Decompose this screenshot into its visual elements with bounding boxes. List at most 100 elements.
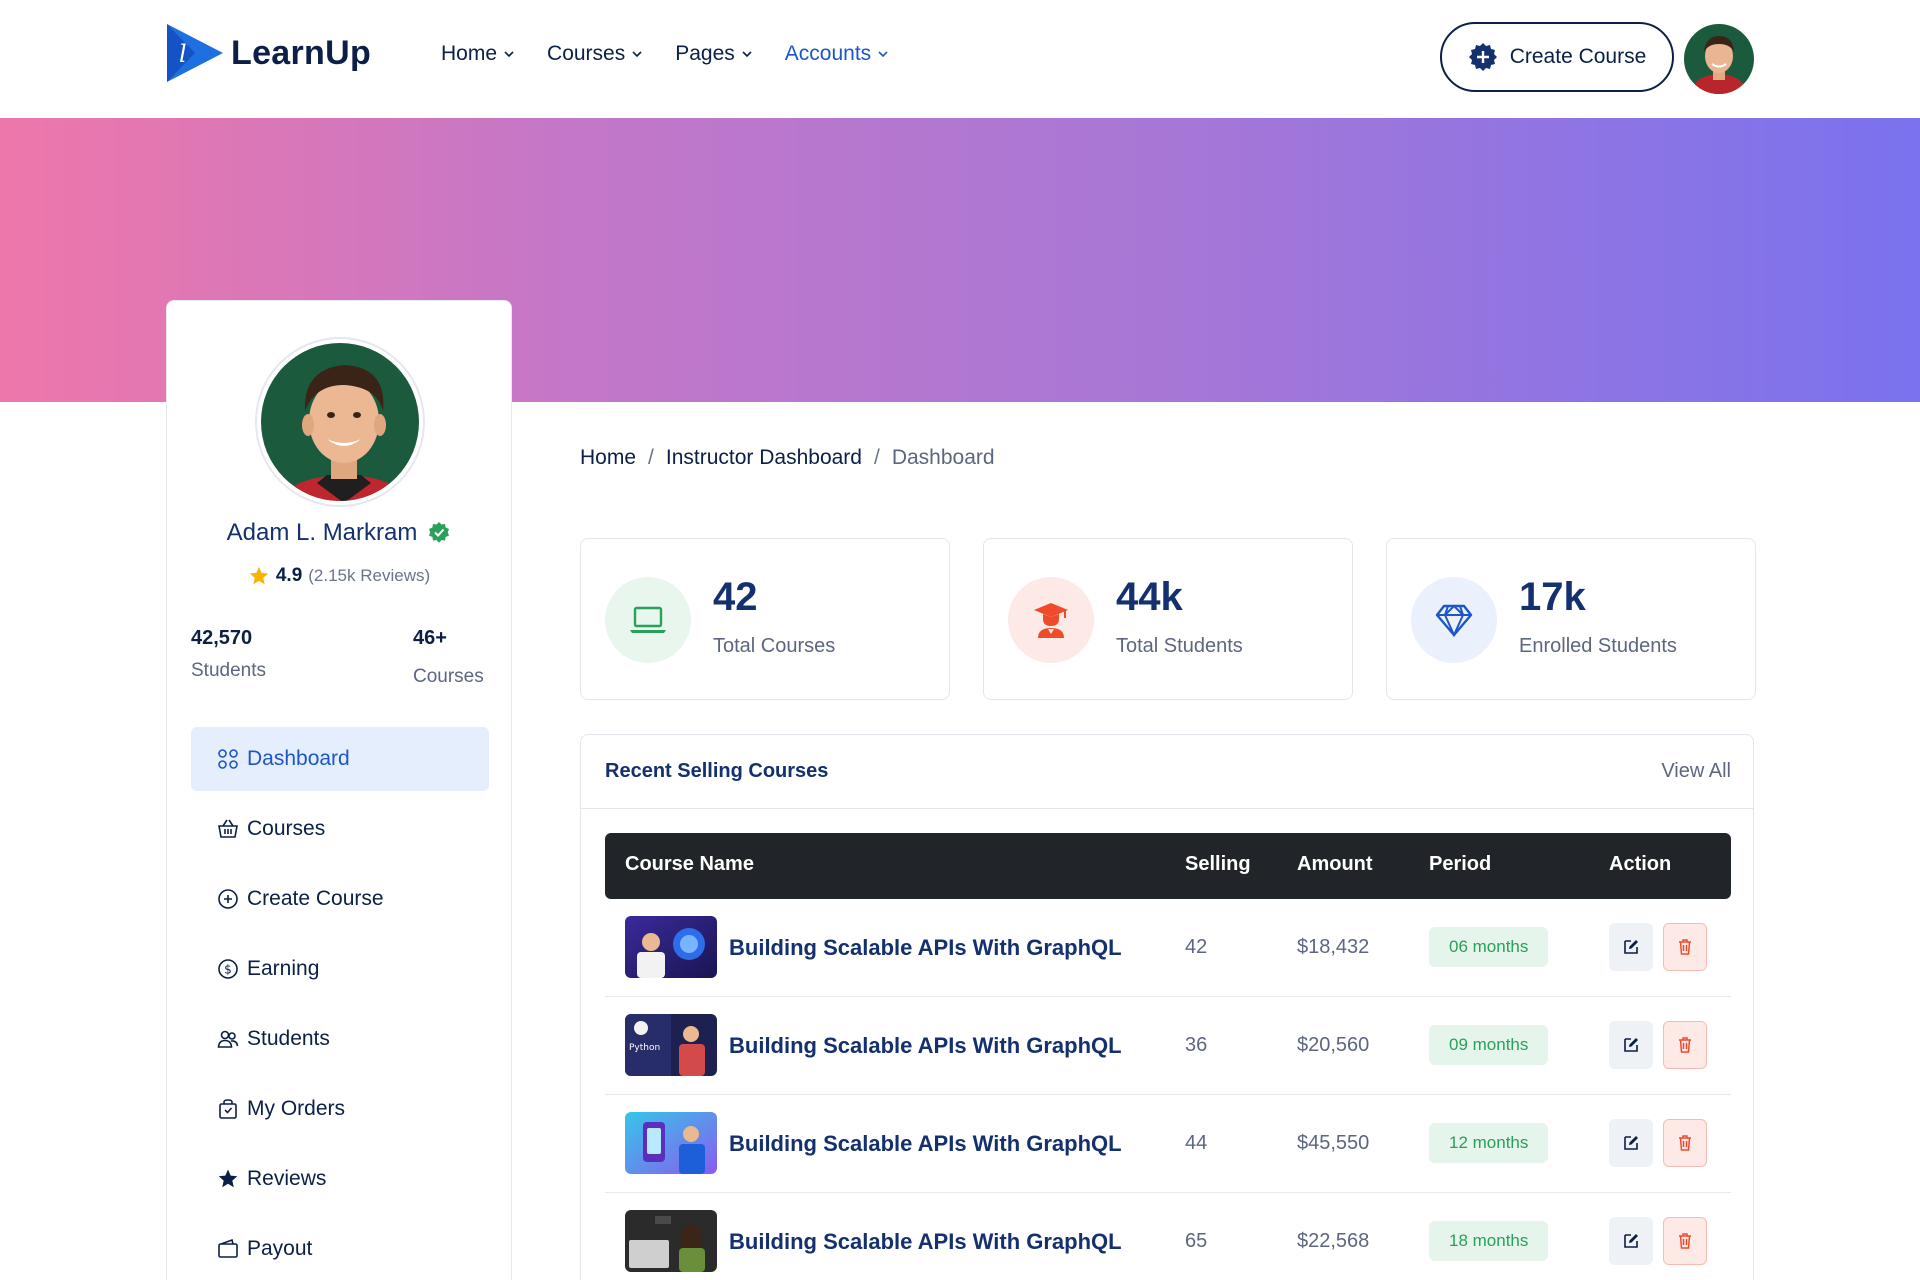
- stat-card-enrolled-students: 17k Enrolled Students: [1386, 538, 1756, 700]
- trash-icon: [1679, 1037, 1691, 1053]
- nav-home[interactable]: Home: [441, 42, 515, 66]
- table-row: Building Scalable APIs With GraphQL 42 $…: [605, 899, 1731, 997]
- stat-value: 17k: [1519, 575, 1586, 619]
- table-row: Building Scalable APIs With GraphQL 44 $…: [605, 1095, 1731, 1193]
- create-course-button[interactable]: Create Course: [1440, 22, 1674, 92]
- nav-courses[interactable]: Courses: [547, 42, 643, 66]
- diamond-icon: [1435, 604, 1473, 638]
- breadcrumb-instructor-dashboard[interactable]: Instructor Dashboard: [666, 446, 862, 470]
- table-header: Course Name Selling Amount Period Action: [605, 833, 1731, 899]
- trash-icon: [1679, 1135, 1691, 1151]
- sidebar-item-label: Dashboard: [247, 747, 350, 770]
- profile-avatar: [257, 339, 423, 505]
- profile-photo: [261, 343, 419, 501]
- course-name[interactable]: Building Scalable APIs With GraphQL: [729, 1229, 1122, 1255]
- delete-button[interactable]: [1663, 923, 1707, 971]
- profile-rating: 4.9 (2.15k Reviews): [167, 565, 511, 587]
- nav-pages-label: Pages: [675, 42, 735, 65]
- sidebar-item-students[interactable]: Students: [191, 1007, 489, 1071]
- breadcrumb-current: Dashboard: [891, 446, 995, 469]
- sidebar-item-earning[interactable]: $ Earning: [191, 937, 489, 1001]
- edit-button[interactable]: [1609, 1217, 1653, 1265]
- course-name[interactable]: Building Scalable APIs With GraphQL: [729, 935, 1122, 961]
- edit-button[interactable]: [1609, 923, 1653, 971]
- course-thumbnail-image: [625, 1210, 717, 1272]
- rating-score: 4.9: [275, 565, 303, 586]
- recent-selling-courses-panel: Recent Selling Courses View All Course N…: [580, 734, 1754, 1280]
- col-selling: Selling: [1185, 853, 1251, 875]
- course-amount: $45,550: [1297, 1132, 1370, 1154]
- course-name[interactable]: Building Scalable APIs With GraphQL: [729, 1131, 1122, 1157]
- sidebar-item-label: Earning: [247, 957, 320, 980]
- profile-sidebar: Adam L. Markram 4.9 (2.15k Reviews) 42,5…: [166, 300, 512, 1280]
- stat-icon-wrap: [1008, 577, 1094, 663]
- course-selling: 42: [1185, 936, 1208, 958]
- profile-name-text: Adam L. Markram: [226, 519, 418, 546]
- students-label: Students: [191, 660, 266, 681]
- brand-logo[interactable]: l LearnUp: [165, 22, 371, 84]
- bag-icon: [219, 1099, 237, 1119]
- delete-button[interactable]: [1663, 1217, 1707, 1265]
- col-action: Action: [1609, 853, 1672, 875]
- avatar-image: [1684, 24, 1754, 94]
- sidebar-item-my-orders[interactable]: My Orders: [191, 1077, 489, 1141]
- users-icon: [217, 1030, 239, 1048]
- view-all-link[interactable]: View All: [1661, 760, 1731, 783]
- sidebar-item-label: Create Course: [247, 887, 384, 910]
- nav-home-label: Home: [441, 42, 498, 65]
- sidebar-item-reviews[interactable]: Reviews: [191, 1147, 489, 1211]
- delete-button[interactable]: [1663, 1021, 1707, 1069]
- course-thumbnail: [625, 1210, 717, 1272]
- course-amount: $18,432: [1297, 936, 1370, 958]
- nav-accounts-label: Accounts: [784, 42, 872, 65]
- chevron-down-icon: [742, 51, 752, 58]
- nav-accounts[interactable]: Accounts: [785, 42, 889, 66]
- stat-card-total-students: 44k Total Students: [983, 538, 1353, 700]
- basket-icon: [218, 819, 238, 838]
- chevron-down-icon: [632, 51, 642, 58]
- edit-button[interactable]: [1609, 1119, 1653, 1167]
- stat-label: Total Students: [1116, 635, 1243, 657]
- nav-courses-label: Courses: [547, 42, 626, 65]
- sidebar-item-courses[interactable]: Courses: [191, 797, 489, 861]
- sidebar-item-label: Students: [247, 1027, 330, 1050]
- stat-value: 42: [713, 575, 758, 619]
- nav-pages[interactable]: Pages: [675, 42, 753, 66]
- edit-icon: [1624, 1136, 1638, 1150]
- course-selling: 65: [1185, 1230, 1208, 1252]
- course-amount: $20,560: [1297, 1034, 1370, 1056]
- course-name[interactable]: Building Scalable APIs With GraphQL: [729, 1033, 1122, 1059]
- profile-courses-stat: 46+ Courses: [413, 627, 484, 688]
- courses-table: Course Name Selling Amount Period Action…: [605, 833, 1731, 1280]
- sidebar-menu: Dashboard Courses Create Course $ Earnin…: [191, 727, 489, 1280]
- period-badge: 12 months: [1429, 1123, 1549, 1163]
- sidebar-item-payout[interactable]: Payout: [191, 1217, 489, 1280]
- delete-button[interactable]: [1663, 1119, 1707, 1167]
- sidebar-item-create-course[interactable]: Create Course: [191, 867, 489, 931]
- dashboard-icon: [218, 749, 238, 769]
- user-avatar[interactable]: [1684, 24, 1754, 94]
- edit-button[interactable]: [1609, 1021, 1653, 1069]
- course-thumbnail: Python: [625, 1014, 717, 1076]
- plus-circle-icon: [218, 889, 238, 909]
- svg-text:$: $: [224, 963, 232, 977]
- table-row: Python Building Scalable APIs With Graph…: [605, 997, 1731, 1095]
- courses-count: 46+: [413, 627, 447, 649]
- courses-label: Courses: [413, 666, 484, 687]
- top-header: l LearnUp Home Courses Pages Accounts Cr…: [0, 0, 1920, 118]
- sidebar-item-label: Courses: [247, 817, 326, 840]
- star-icon: [249, 566, 269, 585]
- edit-icon: [1624, 940, 1638, 954]
- stat-label: Enrolled Students: [1519, 635, 1677, 657]
- svg-text:Python: Python: [629, 1043, 660, 1053]
- sidebar-item-dashboard[interactable]: Dashboard: [191, 727, 489, 791]
- sidebar-item-label: Reviews: [247, 1167, 327, 1190]
- profile-students-stat: 42,570 Students: [191, 627, 266, 682]
- breadcrumb-home[interactable]: Home: [580, 446, 636, 470]
- course-amount: $22,568: [1297, 1230, 1370, 1252]
- breadcrumb: Home / Instructor Dashboard / Dashboard: [580, 446, 995, 470]
- edit-icon: [1624, 1234, 1638, 1248]
- col-period: Period: [1429, 853, 1492, 875]
- period-badge: 18 months: [1429, 1221, 1549, 1261]
- course-selling: 36: [1185, 1034, 1208, 1056]
